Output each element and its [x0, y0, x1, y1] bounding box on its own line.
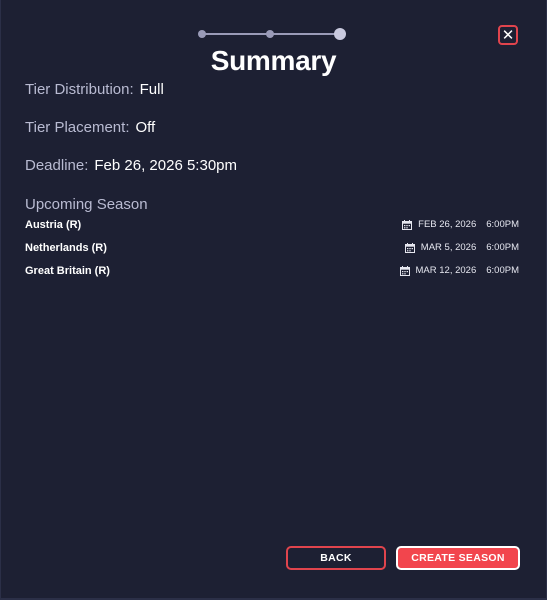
tier-placement-field: Tier Placement: Off	[25, 119, 155, 136]
step-connector	[204, 33, 268, 35]
race-row: Great Britain (R) MAR 12, 2026 6:00PM	[25, 265, 519, 281]
step-dot-2	[266, 30, 274, 38]
race-time: 6:00PM	[486, 242, 519, 253]
tier-placement-label: Tier Placement:	[25, 119, 130, 136]
step-dot-1	[198, 30, 206, 38]
upcoming-season-title: Upcoming Season	[25, 196, 148, 213]
calendar-icon	[402, 219, 413, 230]
race-name: Netherlands (R)	[25, 242, 107, 254]
race-schedule: FEB 26, 2026 6:00PM	[402, 219, 519, 230]
race-name: Austria (R)	[25, 219, 82, 231]
tier-distribution-value: Full	[139, 81, 164, 98]
close-icon: ✕	[501, 26, 515, 44]
tier-distribution-field: Tier Distribution: Full	[25, 81, 164, 98]
race-time: 6:00PM	[486, 219, 519, 230]
race-name: Great Britain (R)	[25, 265, 110, 277]
create-season-button[interactable]: CREATE SEASON	[396, 546, 520, 570]
step-indicator	[198, 28, 346, 42]
deadline-value: Feb 26, 2026 5:30pm	[94, 157, 237, 174]
step-dot-3-current	[334, 28, 346, 40]
calendar-icon	[404, 242, 415, 253]
race-row: Austria (R) FEB 26, 2026 6:00PM	[25, 219, 519, 235]
back-button[interactable]: BACK	[286, 546, 386, 570]
race-date: FEB 26, 2026	[418, 219, 477, 230]
calendar-icon	[399, 265, 410, 276]
race-schedule: MAR 5, 2026 6:00PM	[404, 242, 519, 253]
race-time: 6:00PM	[486, 265, 519, 276]
deadline-field: Deadline: Feb 26, 2026 5:30pm	[25, 157, 237, 174]
race-row: Netherlands (R) MAR 5, 2026 6:00PM	[25, 242, 519, 258]
close-button[interactable]: ✕	[498, 25, 518, 45]
step-connector	[270, 33, 336, 35]
race-date: MAR 12, 2026	[415, 265, 477, 276]
race-date: MAR 5, 2026	[420, 242, 477, 253]
race-schedule: MAR 12, 2026 6:00PM	[399, 265, 519, 276]
page-title: Summary	[210, 45, 337, 76]
deadline-label: Deadline:	[25, 157, 89, 174]
tier-placement-value: Off	[135, 119, 156, 136]
tier-distribution-label: Tier Distribution:	[25, 81, 134, 98]
